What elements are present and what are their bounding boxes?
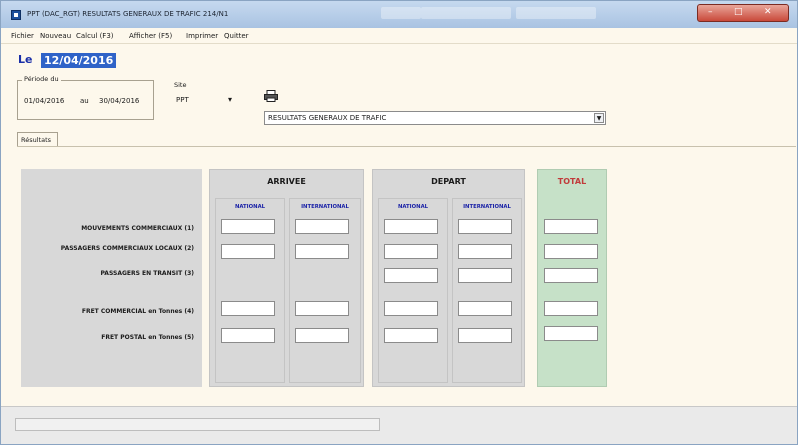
menu-item-quitter[interactable]: Quitter xyxy=(224,32,249,40)
date-field[interactable]: 12/04/2016 xyxy=(41,53,117,68)
row-labels-panel: MOUVEMENTS COMMERCIAUX (1) PASSAGERS COM… xyxy=(21,169,202,387)
period-to-label: au xyxy=(80,97,89,105)
total-fret-postal-input[interactable] xyxy=(544,326,598,341)
minimize-icon[interactable]: – xyxy=(708,7,713,17)
maximize-icon[interactable]: □ xyxy=(734,7,743,17)
arrivee-national-fret-commercial-input[interactable] xyxy=(221,301,275,316)
arrivee-international-fret-postal-input[interactable] xyxy=(295,328,349,343)
depart-international-fret-commercial-input[interactable] xyxy=(458,301,512,316)
arrivee-international-fret-commercial-input[interactable] xyxy=(295,301,349,316)
depart-international-header: INTERNATIONAL xyxy=(463,204,511,210)
date-label: Le xyxy=(18,53,33,66)
titlebar-blur xyxy=(421,7,511,19)
printer-icon[interactable] xyxy=(264,90,278,102)
titlebar-blur xyxy=(516,7,596,19)
main-window: PPT (DAC_RGT) RESULTATS GENERAUX DE TRAF… xyxy=(0,0,798,445)
window-title: PPT (DAC_RGT) RESULTATS GENERAUX DE TRAF… xyxy=(27,10,229,18)
depart-national-passagers-locaux-input[interactable] xyxy=(384,244,438,259)
depart-international-passagers-locaux-input[interactable] xyxy=(458,244,512,259)
total-transit-input[interactable] xyxy=(544,268,598,283)
menu-item-calcul[interactable]: Calcul (F3) xyxy=(76,32,114,40)
title-bar: PPT (DAC_RGT) RESULTATS GENERAUX DE TRAF… xyxy=(1,1,797,28)
chevron-down-icon[interactable]: ▾ xyxy=(228,95,232,104)
tab-resultats[interactable]: Résultats xyxy=(17,132,58,147)
menu-item-fichier[interactable]: Fichier xyxy=(11,32,34,40)
arrivee-national-passagers-locaux-input[interactable] xyxy=(221,244,275,259)
row-label-mouvements: MOUVEMENTS COMMERCIAUX (1) xyxy=(81,225,194,232)
depart-national-header: NATIONAL xyxy=(397,204,429,210)
row-label-fret-commercial: FRET COMMERCIAL en Tonnes (4) xyxy=(81,308,194,315)
close-icon[interactable]: ✕ xyxy=(764,7,772,17)
period-title: Période du xyxy=(22,75,61,83)
arrivee-national-mouvements-input[interactable] xyxy=(221,219,275,234)
period-from-field[interactable]: 01/04/2016 xyxy=(24,97,64,105)
arrivee-national-fret-postal-input[interactable] xyxy=(221,328,275,343)
site-value: PPT xyxy=(176,96,189,104)
depart-international-fret-postal-input[interactable] xyxy=(458,328,512,343)
depart-international-mouvements-input[interactable] xyxy=(458,219,512,234)
menu-item-imprimer[interactable]: Imprimer xyxy=(186,32,218,40)
report-value: RESULTATS GENERAUX DE TRAFIC xyxy=(268,114,387,122)
arrivee-international-passagers-locaux-input[interactable] xyxy=(295,244,349,259)
menu-bar: Fichier Nouveau Calcul (F3) Afficher (F5… xyxy=(1,28,797,44)
period-to-field[interactable]: 30/04/2016 xyxy=(99,97,139,105)
menu-item-nouveau[interactable]: Nouveau xyxy=(40,32,71,40)
arrivee-international-header: INTERNATIONAL xyxy=(301,204,349,210)
site-select[interactable]: PPT ▾ xyxy=(173,94,235,107)
site-label: Site xyxy=(174,81,187,89)
depart-title: DEPART xyxy=(431,177,466,186)
titlebar-blur xyxy=(381,7,421,19)
depart-national-fret-commercial-input[interactable] xyxy=(384,301,438,316)
arrivee-panel: ARRIVEE NATIONAL INTERNATIONAL xyxy=(209,169,364,387)
total-title: TOTAL xyxy=(557,177,587,186)
arrivee-title: ARRIVEE xyxy=(267,177,306,186)
row-label-fret-postal: FRET POSTAL en Tonnes (5) xyxy=(101,334,194,341)
status-field xyxy=(15,418,380,431)
status-bar xyxy=(1,406,797,444)
depart-international-transit-input[interactable] xyxy=(458,268,512,283)
window-controls[interactable]: – □ ✕ xyxy=(697,4,789,22)
row-label-passagers-transit: PASSAGERS EN TRANSIT (3) xyxy=(100,270,194,277)
total-mouvements-input[interactable] xyxy=(544,219,598,234)
arrivee-international-mouvements-input[interactable] xyxy=(295,219,349,234)
row-label-passagers-locaux: PASSAGERS COMMERCIAUX LOCAUX (2) xyxy=(60,245,194,252)
period-group: Période du 01/04/2016 au 30/04/2016 xyxy=(17,75,154,120)
total-passagers-locaux-input[interactable] xyxy=(544,244,598,259)
chevron-down-icon[interactable]: ▼ xyxy=(594,113,604,123)
depart-national-fret-postal-input[interactable] xyxy=(384,328,438,343)
arrivee-national-header: NATIONAL xyxy=(234,204,266,210)
report-select[interactable]: RESULTATS GENERAUX DE TRAFIC ▼ xyxy=(264,111,606,125)
app-icon xyxy=(11,10,21,20)
tab-divider xyxy=(17,146,796,147)
depart-national-transit-input[interactable] xyxy=(384,268,438,283)
menu-item-afficher[interactable]: Afficher (F5) xyxy=(129,32,172,40)
depart-national-mouvements-input[interactable] xyxy=(384,219,438,234)
total-fret-commercial-input[interactable] xyxy=(544,301,598,316)
